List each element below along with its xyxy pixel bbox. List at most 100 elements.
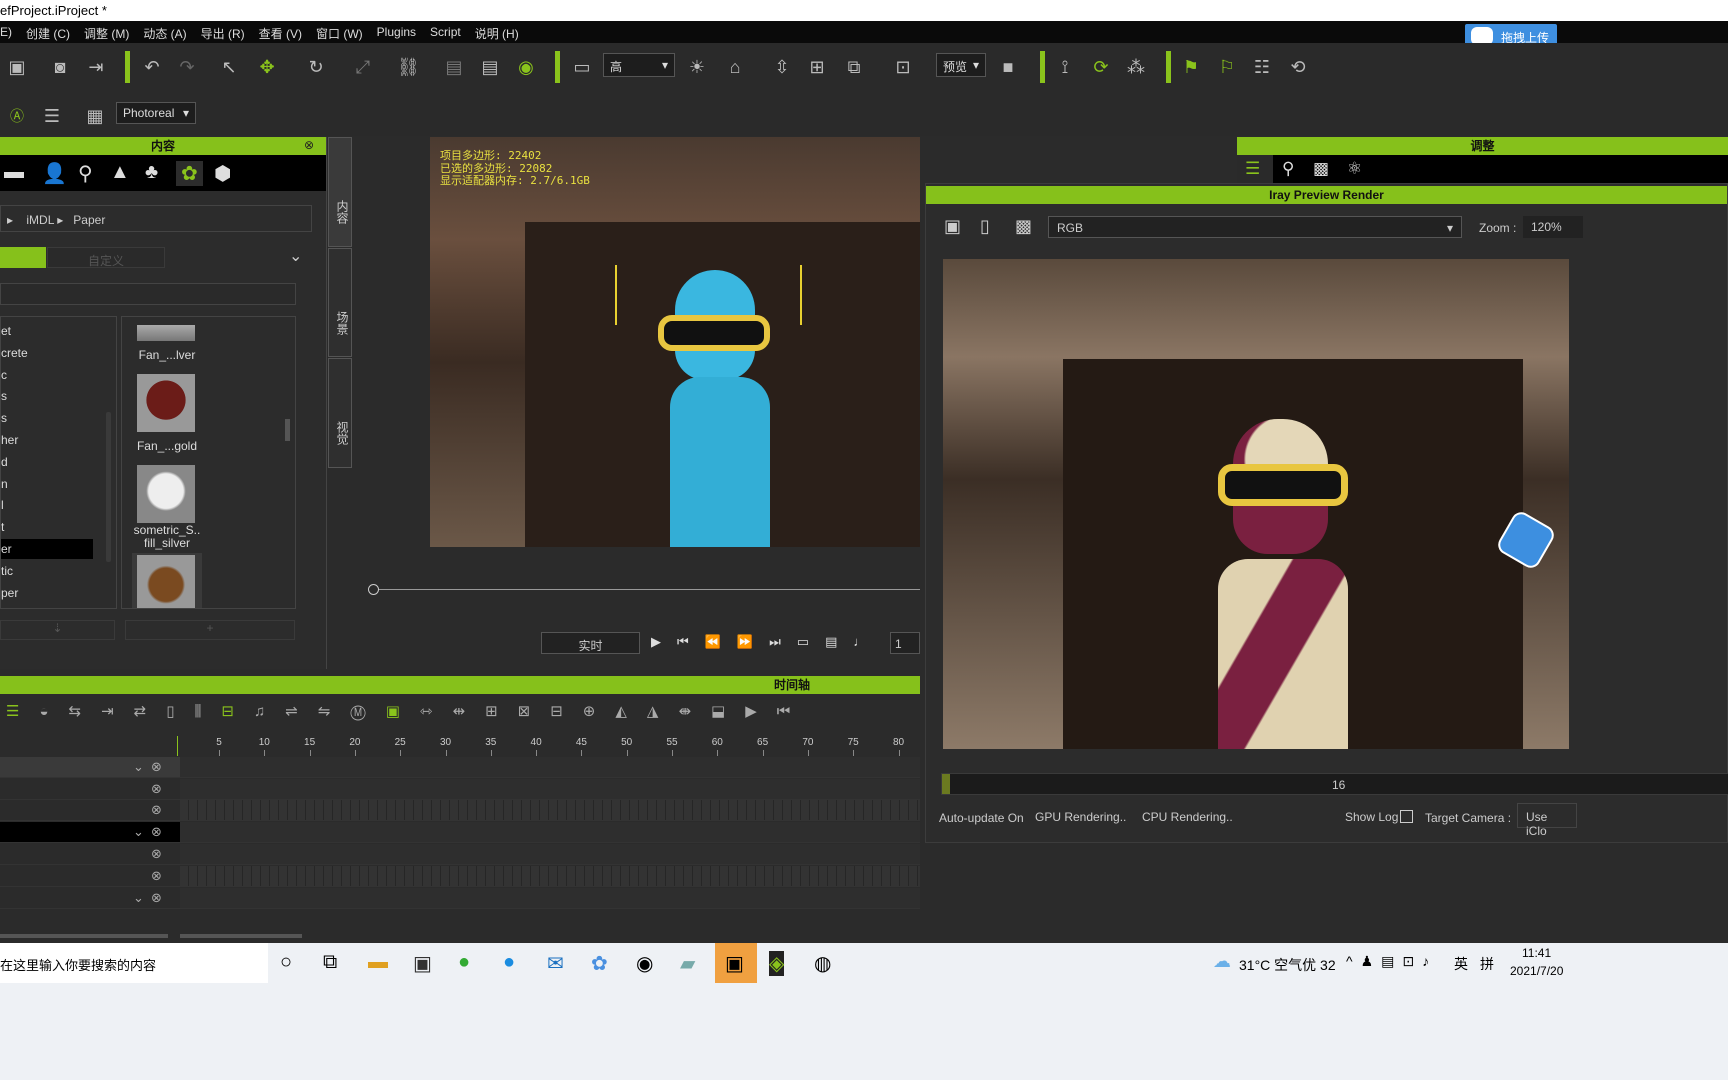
render-mode-select[interactable]: Photoreal ▾	[116, 102, 196, 124]
align-icon[interactable]: ▤	[443, 56, 465, 78]
timeline-scrollbar[interactable]	[180, 934, 302, 938]
tab-template[interactable]	[0, 247, 46, 268]
timeline-track-row[interactable]: ⊗	[0, 779, 920, 800]
material-thumb[interactable]	[137, 555, 195, 608]
folder-item[interactable]: her	[1, 430, 93, 450]
preview-icon[interactable]: ◙	[49, 56, 71, 78]
expand-icon[interactable]: ⌄	[289, 246, 302, 266]
checker-icon[interactable]: ▩	[1015, 216, 1032, 237]
menu-edit[interactable]: E)	[0, 25, 12, 43]
expand-track-icon[interactable]: ⌄	[133, 759, 144, 775]
store-icon[interactable]: ▣	[413, 951, 432, 976]
character-creator-icon[interactable]: ◈	[769, 951, 785, 976]
fit-icon[interactable]: ⇿	[420, 703, 453, 720]
side-tab-visual[interactable]: 视觉	[328, 358, 352, 468]
close-track-icon[interactable]: ⊗	[151, 759, 162, 775]
home-icon[interactable]: ⌂	[724, 56, 746, 78]
light-icon[interactable]: ☀	[686, 56, 708, 78]
menu-export[interactable]: 导出 (R)	[201, 25, 245, 43]
cloud-app-icon[interactable]: ✿	[591, 951, 608, 976]
spheres-icon[interactable]: ⁂	[1125, 56, 1147, 78]
track-icon[interactable]: ☰	[6, 703, 39, 720]
camera-view-icon[interactable]: ⧉	[843, 56, 865, 78]
track-lane[interactable]	[180, 757, 920, 777]
stretch-icon[interactable]: ⇹	[452, 703, 485, 720]
settings-sliders-icon[interactable]: ☰	[41, 105, 63, 127]
folder-item[interactable]: d	[1, 452, 93, 472]
play-icon[interactable]: ▶	[745, 703, 777, 720]
select-icon[interactable]: ↖	[218, 56, 240, 78]
target-camera-select[interactable]: Use iClo	[1517, 803, 1577, 838]
pose-icon[interactable]: ⚑	[1180, 56, 1202, 78]
music-icon[interactable]: ♩	[853, 634, 882, 649]
timeline-track-row[interactable]: ⊗ ⌄	[0, 757, 920, 778]
sync-icon[interactable]: ⟲	[1287, 56, 1309, 78]
checker-icon[interactable]: ▩	[1313, 159, 1329, 179]
track-scrollbar[interactable]	[0, 934, 168, 938]
close-track-icon[interactable]: ⊗	[151, 781, 162, 797]
track-lane[interactable]	[180, 844, 920, 864]
material-icon[interactable]: ✿	[176, 161, 203, 186]
folder-item[interactable]: crete	[1, 343, 93, 363]
3d-viewport[interactable]: 项目多边形: 22402 已选的多边形: 22082 显示适配器内存: 2.7/…	[430, 137, 920, 547]
play-icon[interactable]: ▶	[651, 634, 677, 649]
split-icon[interactable]: ⫼	[195, 703, 222, 720]
menu-animation[interactable]: 动态 (A)	[143, 25, 186, 43]
menu-create[interactable]: 创建 (C)	[26, 25, 70, 43]
material-thumb[interactable]	[137, 374, 195, 432]
browser-icon[interactable]: ●	[458, 951, 470, 974]
add-key-icon[interactable]: ⊞	[485, 703, 518, 720]
music-app-icon[interactable]: ◉	[636, 951, 653, 976]
next-frame-icon[interactable]: ⏩	[737, 634, 769, 649]
expand-track-icon[interactable]: ⌄	[133, 824, 144, 840]
mail-icon[interactable]: ✉	[547, 951, 564, 976]
time-slider-handle[interactable]	[368, 584, 379, 595]
track-lane[interactable]	[180, 888, 920, 908]
close-track-icon[interactable]: ⊗	[151, 824, 162, 840]
menu-help[interactable]: 说明 (H)	[475, 25, 519, 43]
loop-icon[interactable]: ⇼	[678, 703, 711, 720]
tab-custom[interactable]: 自定义	[47, 247, 165, 268]
grid-scrollbar[interactable]	[285, 419, 290, 441]
folder-scrollbar[interactable]	[106, 412, 111, 562]
zoom-field[interactable]: 120%	[1523, 216, 1583, 238]
loop-icon[interactable]: ▭	[797, 634, 825, 649]
frame-input[interactable]: 1	[890, 632, 920, 654]
package-icon[interactable]: ⬢	[214, 161, 231, 186]
timeline-track-row[interactable]: ⊗ ⌄	[0, 822, 920, 843]
move-icon[interactable]: ⇄	[134, 703, 167, 720]
prev-frame-icon[interactable]: ⏪	[705, 634, 737, 649]
playback-mode[interactable]: 实时	[541, 632, 640, 654]
menu-view[interactable]: 查看 (V)	[259, 25, 302, 43]
menu-modify[interactable]: 调整 (M)	[84, 25, 129, 43]
clock-date[interactable]: 2021/7/20	[1510, 964, 1563, 978]
clipboard-icon[interactable]: ☷	[1251, 56, 1273, 78]
side-tab-scene[interactable]: 场景	[328, 248, 352, 357]
flip-icon[interactable]: ◭	[615, 703, 647, 720]
subtitle-icon[interactable]: ▤	[825, 634, 853, 649]
folder-item[interactable]: tic	[1, 561, 93, 581]
bone-icon[interactable]: ⟟	[1054, 56, 1076, 78]
tray-icons[interactable]: ^♟▤⊡♪	[1346, 953, 1437, 970]
close-track-icon[interactable]: ⊗	[151, 802, 162, 818]
ime-lang[interactable]: 英	[1454, 954, 1468, 974]
save-icon[interactable]: ▣	[944, 216, 961, 237]
breadcrumb-imdl[interactable]: iMDL	[26, 213, 54, 227]
breadcrumb-paper[interactable]: Paper	[73, 213, 105, 227]
export-icon[interactable]: ⬓	[711, 703, 745, 720]
folder-item[interactable]: et	[1, 321, 93, 341]
physics-icon[interactable]: ⟳	[1090, 56, 1112, 78]
motion-icon[interactable]: ⚲	[78, 161, 93, 186]
gpu-rendering-button[interactable]: GPU Rendering..	[1035, 810, 1126, 824]
channel-select[interactable]: RGB ▾	[1048, 216, 1462, 238]
auto-icon[interactable]: Ⓐ	[6, 105, 28, 127]
track-lane[interactable]	[180, 822, 920, 842]
rotate-icon[interactable]: ↻	[305, 56, 327, 78]
folder-item[interactable]: er	[1, 539, 93, 559]
visibility-icon[interactable]: ◒	[39, 703, 68, 720]
quality-select[interactable]: 高 ▾	[603, 53, 675, 77]
folder-item[interactable]: s	[1, 386, 93, 406]
redo-icon[interactable]: ↷	[176, 56, 198, 78]
weather-text[interactable]: 31°C 空气优 32	[1239, 955, 1336, 975]
folder-item[interactable]: s	[1, 408, 93, 428]
